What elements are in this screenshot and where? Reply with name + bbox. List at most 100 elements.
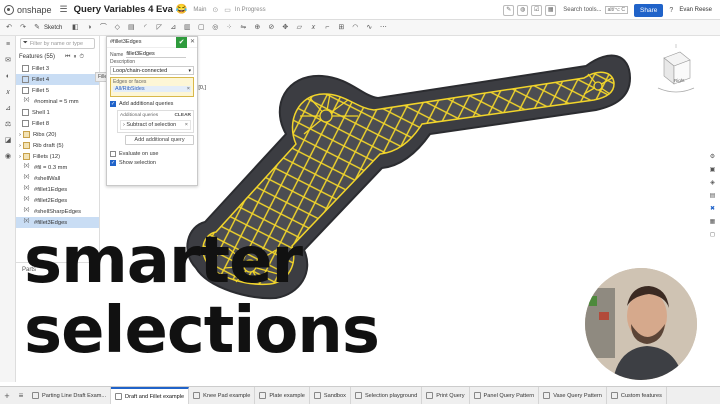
frame-icon[interactable]: ⊞ bbox=[336, 23, 346, 33]
feature-item[interactable]: Shell 1 bbox=[16, 107, 99, 118]
notifications-icon[interactable]: ◍ bbox=[517, 4, 529, 16]
show-selection-checkbox[interactable]: ✓ bbox=[110, 159, 116, 166]
document-tab[interactable]: Vase Query Pattern bbox=[539, 387, 607, 404]
document-tab[interactable]: Print Query bbox=[422, 387, 470, 404]
rollback-controls[interactable]: ⏮⏸⏱ bbox=[65, 54, 87, 61]
feature-item[interactable]: Fillet 3 bbox=[16, 63, 99, 74]
curve-icon[interactable]: ∿ bbox=[364, 23, 374, 33]
remove-query-icon[interactable]: × bbox=[185, 122, 188, 128]
add-tab-icon[interactable]: + bbox=[0, 391, 14, 401]
clear-button[interactable]: CLEAR bbox=[174, 113, 191, 118]
mates-icon[interactable]: ⚙ bbox=[708, 153, 717, 162]
hole-icon[interactable]: ◎ bbox=[210, 23, 220, 33]
named-views-icon[interactable]: ▣ bbox=[708, 166, 717, 175]
section-view-icon[interactable]: ◪ bbox=[3, 136, 13, 146]
sweep-icon[interactable]: ⌒ bbox=[98, 23, 108, 33]
feature-filter-input[interactable]: ⏷ Filter by name or type bbox=[20, 38, 95, 49]
folder-icon[interactable]: ▭ bbox=[224, 6, 231, 14]
show-selection-toggle[interactable]: ✓ Show selection bbox=[107, 158, 197, 167]
pattern-icon[interactable]: ⁘ bbox=[224, 23, 234, 33]
document-tab[interactable]: Custom features bbox=[607, 387, 667, 404]
view-list-icon[interactable]: ▦ bbox=[708, 218, 717, 227]
draft-icon[interactable]: ⊿ bbox=[168, 23, 178, 33]
expand-chevron-icon[interactable]: › bbox=[19, 143, 21, 149]
undo-icon[interactable]: ↶ bbox=[4, 23, 14, 33]
sketch-icon[interactable]: ✎ bbox=[32, 23, 42, 33]
close-dialog-icon[interactable]: ✕ bbox=[190, 37, 195, 48]
render-modes-icon[interactable]: ◈ bbox=[708, 179, 717, 188]
onshape-logo[interactable]: onshape bbox=[4, 4, 52, 15]
feature-item[interactable]: Fillet 4 bbox=[16, 74, 99, 85]
feature-group[interactable]: › Ribs (20) bbox=[16, 129, 99, 140]
query-item[interactable]: › Subtract of selection × bbox=[120, 120, 191, 130]
document-tab[interactable]: Parting Line Draft Exam... bbox=[28, 387, 112, 404]
share-button[interactable]: Share bbox=[634, 3, 664, 17]
menu-icon[interactable]: ☰ bbox=[60, 4, 68, 15]
comments-icon[interactable]: ✎ bbox=[503, 4, 515, 16]
version-icon[interactable]: ⊙ bbox=[212, 6, 218, 14]
variable-feature[interactable]: {x} #shellWall bbox=[16, 173, 99, 184]
comments-panel-icon[interactable]: ✉ bbox=[3, 56, 13, 66]
variable-feature[interactable]: {x} #shellSharpEdges bbox=[16, 206, 99, 217]
document-title[interactable]: Query Variables 4 Eva 😂 bbox=[74, 4, 188, 15]
variable-feature[interactable]: {x} #fil = 0.3 mm bbox=[16, 162, 99, 173]
more-tools-icon[interactable]: ⋯ bbox=[378, 23, 388, 33]
sheet-metal-icon[interactable]: ⌐ bbox=[322, 23, 332, 33]
document-tab[interactable]: Plate example bbox=[255, 387, 310, 404]
feature-item[interactable]: Fillet 8 bbox=[16, 118, 99, 129]
shell-icon[interactable]: ▢ bbox=[196, 23, 206, 33]
variable-feature[interactable]: {x} #nominal = 5 mm bbox=[16, 96, 99, 107]
variable-feature[interactable]: {x} #fillet1Edges bbox=[16, 184, 99, 195]
appearance-icon[interactable]: ◐ bbox=[3, 72, 13, 82]
help-icon[interactable]: ? bbox=[669, 7, 673, 14]
variables-panel-icon[interactable]: 𝑥 bbox=[3, 88, 13, 98]
configurations-icon[interactable]: ▤ bbox=[708, 192, 717, 201]
status-label[interactable]: In Progress bbox=[235, 7, 266, 13]
add-query-button[interactable]: Add additional query bbox=[125, 135, 194, 145]
workspace-label[interactable]: Main bbox=[193, 7, 206, 13]
evaluate-toggle[interactable]: Evaluate on use bbox=[107, 149, 197, 158]
document-tab[interactable]: Sandbox bbox=[310, 387, 351, 404]
tab-list-icon[interactable]: ≡ bbox=[14, 391, 28, 400]
feature-list-toggle-icon[interactable]: ≡ bbox=[3, 40, 13, 50]
expand-chevron-icon[interactable]: › bbox=[19, 132, 21, 138]
add-queries-toggle[interactable]: ✓ Add additional queries bbox=[107, 99, 197, 108]
grid-icon[interactable]: ▦ bbox=[545, 4, 557, 16]
add-queries-checkbox[interactable]: ✓ bbox=[110, 100, 116, 107]
document-tab[interactable]: Knee Pad example bbox=[189, 387, 256, 404]
measure-icon[interactable]: ⊿ bbox=[3, 104, 13, 114]
remove-chip-icon[interactable]: × bbox=[187, 86, 190, 92]
display-states-icon[interactable]: ◉ bbox=[3, 152, 13, 162]
chamfer-icon[interactable]: ◸ bbox=[154, 23, 164, 33]
name-field[interactable]: fillet3Edges bbox=[126, 51, 187, 58]
feature-item[interactable]: Fillet 5 bbox=[16, 85, 99, 96]
close-x-icon[interactable]: ✖ bbox=[708, 205, 717, 214]
redo-icon[interactable]: ↷ bbox=[18, 23, 28, 33]
mirror-icon[interactable]: ⇋ bbox=[238, 23, 248, 33]
revolve-icon[interactable]: ◑ bbox=[84, 23, 94, 33]
variable-icon[interactable]: 𝑥 bbox=[308, 23, 318, 33]
fillet-icon[interactable]: ◜ bbox=[140, 23, 150, 33]
expand-chevron-icon[interactable]: › bbox=[19, 154, 21, 160]
user-menu[interactable]: Evan Reese bbox=[679, 7, 712, 13]
feature-list-header[interactable]: Features (55) ⏮⏸⏱ bbox=[16, 51, 99, 63]
split-icon[interactable]: ⊘ bbox=[266, 23, 276, 33]
transform-icon[interactable]: ✥ bbox=[280, 23, 290, 33]
app-store-icon[interactable]: ◻ bbox=[708, 231, 717, 240]
variable-feature[interactable]: {x} #fillet2Edges bbox=[16, 195, 99, 206]
boolean-icon[interactable]: ⊕ bbox=[252, 23, 262, 33]
surface-icon[interactable]: ◠ bbox=[350, 23, 360, 33]
feature-group[interactable]: › Fillets (12) bbox=[16, 151, 99, 162]
rib-icon[interactable]: ▥ bbox=[182, 23, 192, 33]
plane-icon[interactable]: ▱ bbox=[294, 23, 304, 33]
feature-group[interactable]: › Rib draft (5) bbox=[16, 140, 99, 151]
edges-selection-box[interactable]: Edges or faces All/RibSides × bbox=[110, 77, 194, 97]
edges-chip[interactable]: All/RibSides × bbox=[113, 86, 191, 92]
release-icon[interactable]: ☑ bbox=[531, 4, 543, 16]
view-cube[interactable] bbox=[656, 44, 696, 96]
sketch-button[interactable]: Sketch bbox=[44, 25, 62, 31]
query-type-select[interactable]: Loop/chain-connected bbox=[110, 66, 194, 75]
evaluate-checkbox[interactable] bbox=[110, 150, 116, 157]
document-tab[interactable]: Selection playground bbox=[351, 387, 423, 404]
loft-icon[interactable]: ◇ bbox=[112, 23, 122, 33]
